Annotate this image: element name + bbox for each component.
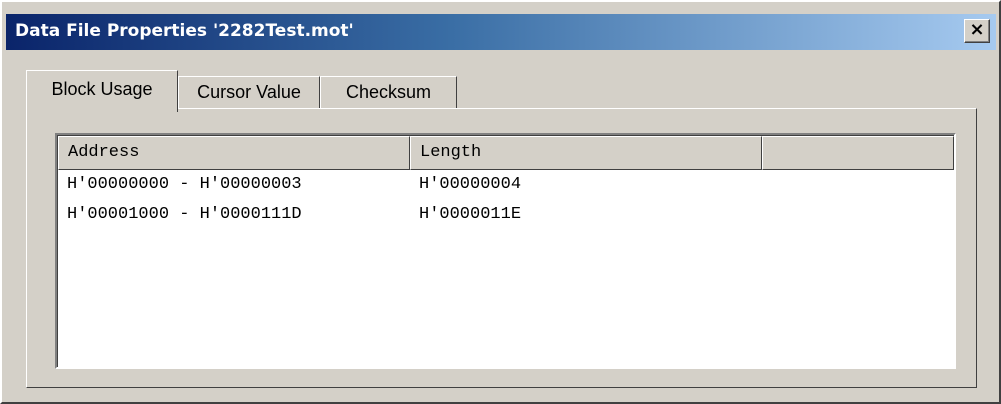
column-header-length[interactable]: Length	[410, 136, 762, 170]
list-item[interactable]: H'00000000 - H'00000003 H'00000004	[58, 175, 762, 205]
column-header-empty[interactable]	[762, 136, 954, 170]
close-button[interactable]: ×	[964, 19, 990, 43]
length-cell: H'00000004	[419, 175, 522, 194]
title-bar[interactable]: Data File Properties '2282Test.mot' ×	[6, 14, 996, 50]
tab-checksum[interactable]: Checksum	[320, 76, 457, 110]
block-usage-panel: Address Length H'00000000 - H'00000003 H…	[26, 108, 977, 388]
close-icon: ×	[969, 19, 985, 40]
address-cell: H'00001000 - H'0000111D	[67, 205, 302, 224]
properties-dialog: Data File Properties '2282Test.mot' × Bl…	[0, 0, 1001, 404]
tab-cursor-value[interactable]: Cursor Value	[178, 76, 320, 110]
list-header: Address Length	[58, 136, 954, 170]
block-usage-list[interactable]: Address Length H'00000000 - H'00000003 H…	[55, 133, 956, 369]
list-rows: H'00000000 - H'00000003 H'00000004 H'000…	[58, 175, 762, 235]
address-cell: H'00000000 - H'00000003	[67, 175, 302, 194]
length-cell: H'0000011E	[419, 205, 522, 224]
tab-block-usage[interactable]: Block Usage	[26, 70, 178, 112]
dialog-title: Data File Properties '2282Test.mot'	[15, 21, 354, 41]
list-item[interactable]: H'00001000 - H'0000111D H'0000011E	[58, 205, 762, 235]
column-header-address[interactable]: Address	[58, 136, 410, 170]
